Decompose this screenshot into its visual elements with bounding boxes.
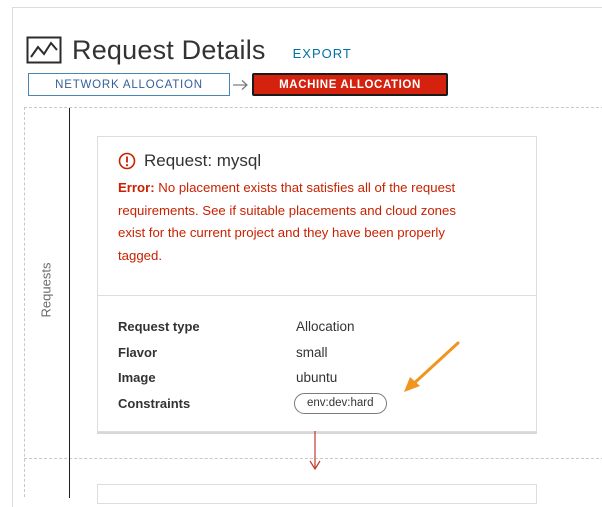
request-title-row: Request: mysql xyxy=(118,151,516,171)
lane-divider-left xyxy=(24,107,25,497)
property-value: Allocation xyxy=(296,319,355,335)
error-message: Error: No placement exists that satisfie… xyxy=(118,177,516,268)
requests-rail-label: Requests xyxy=(38,262,54,318)
card-divider xyxy=(98,295,536,296)
request-card[interactable]: Request: mysql Error: No placement exist… xyxy=(97,136,537,432)
property-key: Flavor xyxy=(118,344,158,360)
constraint-chip[interactable]: env:dev:hard xyxy=(294,392,387,414)
property-key: Constraints xyxy=(118,395,191,411)
line-chart-icon xyxy=(26,36,62,64)
error-prefix: Error: xyxy=(118,180,155,195)
error-alert-icon xyxy=(118,152,136,170)
network-allocation-step[interactable]: NETWORK ALLOCATION xyxy=(28,73,230,96)
request-title: Request: mysql xyxy=(144,151,262,170)
property-key: Request type xyxy=(118,319,200,335)
lane-divider-top xyxy=(24,107,602,108)
page-header: Request Details EXPORT xyxy=(26,30,352,70)
property-value: ubuntu xyxy=(296,370,338,386)
machine-allocation-step[interactable]: MACHINE ALLOCATION xyxy=(252,73,448,96)
property-row: Request type Allocation xyxy=(118,314,518,340)
allocation-breadcrumb: NETWORK ALLOCATION MACHINE ALLOCATION xyxy=(28,73,448,96)
next-request-card[interactable] xyxy=(97,484,537,504)
flow-connector-arrow-icon xyxy=(309,431,321,471)
annotation-arrow-icon xyxy=(404,341,460,392)
arrow-right-icon xyxy=(233,79,248,90)
request-card-header: Request: mysql Error: No placement exist… xyxy=(98,137,536,268)
export-link[interactable]: EXPORT xyxy=(293,46,352,61)
property-value: small xyxy=(296,344,328,360)
property-key: Image xyxy=(118,370,156,386)
error-line: tagged. xyxy=(118,248,162,264)
error-line: requirements. See if suitable placements… xyxy=(118,202,456,218)
requests-rail-line xyxy=(69,108,70,498)
page-title: Request Details xyxy=(72,34,266,65)
error-line: No placement exists that satisfies all o… xyxy=(154,180,456,195)
error-line: exist for the current project and they h… xyxy=(118,225,445,241)
